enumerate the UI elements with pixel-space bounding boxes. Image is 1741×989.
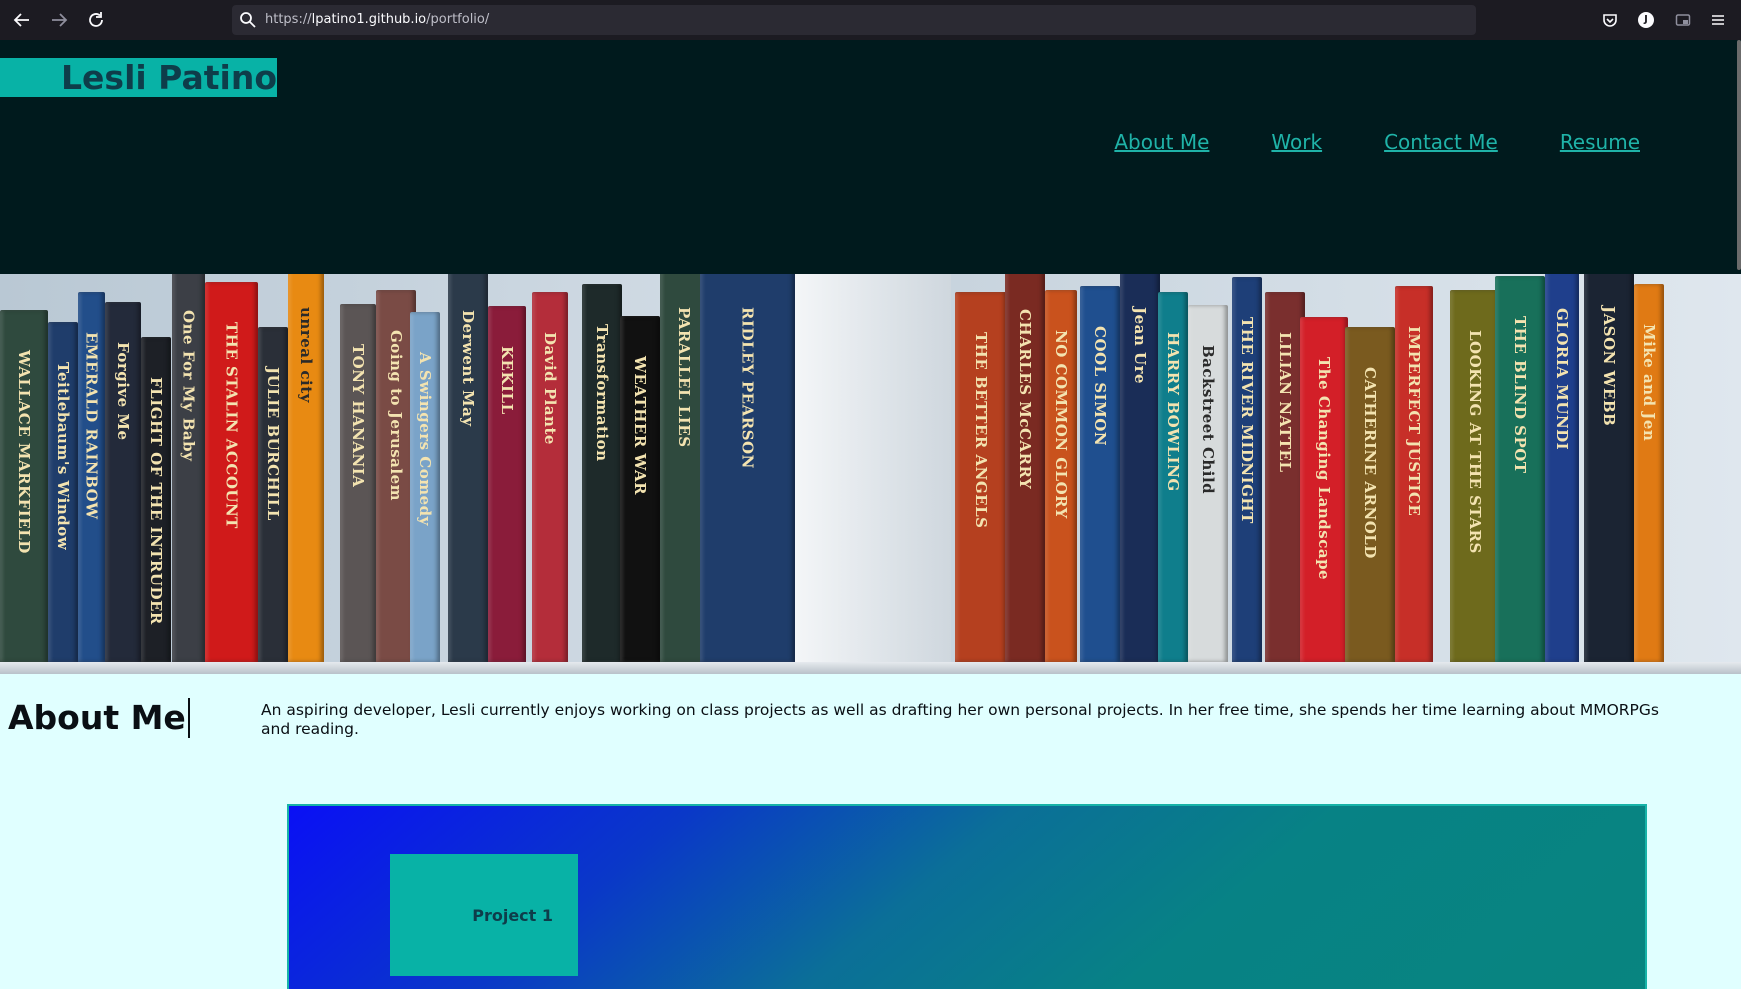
book-title: NO COMMON GLORY [1052, 330, 1070, 519]
book-title: LILIAN NATTEL [1276, 332, 1294, 473]
book-title: RIDLEY PEARSON [738, 307, 757, 469]
book-spine-left-7: THE STALIN ACCOUNT [205, 282, 258, 662]
book-title: unreal city [297, 307, 315, 403]
page-viewport: Lesli Patino About Me Work Contact Me Re… [0, 40, 1741, 989]
book-title: LOOKING AT THE STARS [1466, 330, 1484, 554]
book-title: THE RIVER MIDNIGHT [1238, 317, 1256, 524]
search-icon [238, 10, 258, 30]
book-spine-right-6: HARRY BOWLING [1158, 292, 1188, 662]
shelf-divider [795, 274, 951, 674]
book-spine-right-13: LOOKING AT THE STARS [1450, 290, 1500, 662]
book-title: GLORIA MUNDI [1553, 308, 1571, 451]
book-spine-right-8: THE RIVER MIDNIGHT [1232, 277, 1262, 662]
book-spine-right-4: COOL SIMON [1080, 286, 1120, 662]
book-spine-left-13: Derwent May [448, 274, 488, 662]
book-title: PARALLEL LIES [675, 307, 693, 448]
book-title: The Changing Landscape [1315, 357, 1333, 581]
site-title: Lesli Patino [61, 58, 277, 97]
book-title: COOL SIMON [1091, 326, 1109, 447]
pocket-icon[interactable] [1599, 9, 1621, 31]
book-title: Forgive Me [114, 342, 132, 441]
book-title: THE BLIND SPOT [1511, 316, 1529, 474]
book-title: David Plante [541, 332, 559, 445]
project-label: Project 1 [472, 906, 553, 925]
address-bar[interactable]: https://lpatino1.github.io/portfolio/ [232, 5, 1476, 35]
book-title: THE BETTER ANGELS [972, 332, 990, 529]
book-title: TONY HANANIA [349, 344, 367, 488]
book-spine-left-4: Forgive Me [105, 302, 141, 662]
book-title: Derwent May [459, 310, 477, 427]
address-text: https://lpatino1.github.io/portfolio/ [265, 12, 490, 27]
book-spine-left-8: JULIE BURCHILL [258, 327, 288, 662]
book-spine-right-10: The Changing Landscape [1300, 317, 1348, 662]
book-spine-left-17: WEATHER WAR [620, 316, 660, 662]
book-spine-left-12: A Swingers Comedy [410, 312, 440, 662]
back-arrow-icon[interactable] [10, 8, 34, 32]
book-spine-right-16: JASON WEBB [1584, 274, 1634, 662]
work-section: Project 1 [287, 804, 1647, 989]
book-title: Backstreet Child [1199, 345, 1217, 495]
book-title: WEATHER WAR [631, 356, 649, 496]
book-title: JULIE BURCHILL [264, 367, 282, 521]
book-title: A Swingers Comedy [416, 352, 434, 526]
book-spine-right-5: Jean Ure [1120, 274, 1160, 662]
main-nav: About Me Work Contact Me Resume [1114, 130, 1640, 154]
browser-toolbar: https://lpatino1.github.io/portfolio/ J [0, 0, 1741, 40]
book-spine-right-9: LILIAN NATTEL [1265, 292, 1305, 662]
nav-link-about[interactable]: About Me [1114, 130, 1209, 154]
book-spine-left-16: Transformation [582, 284, 622, 662]
site-header: Lesli Patino About Me Work Contact Me Re… [0, 40, 1741, 274]
nav-link-resume[interactable]: Resume [1560, 130, 1640, 154]
book-title: Jean Ure [1131, 307, 1149, 385]
about-paragraph: An aspiring developer, Lesli currently e… [261, 701, 1659, 738]
book-spine-left-2: Teitlebaum's Window [48, 322, 78, 662]
book-title: THE STALIN ACCOUNT [222, 322, 241, 529]
book-title: KEKILL [498, 346, 516, 415]
about-heading: About Me [8, 698, 190, 738]
book-spine-right-14: THE BLIND SPOT [1495, 276, 1545, 662]
book-title: FLIGHT OF THE INTRUDER [147, 377, 165, 625]
book-title: EMERALD RAINBOW [82, 332, 101, 520]
book-spine-left-10: TONY HANANIA [340, 304, 376, 662]
book-spine-right-7: Backstreet Child [1188, 305, 1228, 662]
book-title: IMPERFECT JUSTICE [1405, 326, 1423, 517]
extensions-icon[interactable] [1672, 9, 1694, 31]
book-title: HARRY BOWLING [1164, 332, 1182, 492]
book-title: CHARLES McCARRY [1016, 309, 1034, 490]
book-spine-right-15: GLORIA MUNDI [1545, 274, 1579, 662]
project-card[interactable]: Project 1 [390, 854, 578, 976]
brand-banner: Lesli Patino [0, 58, 277, 97]
nav-link-contact[interactable]: Contact Me [1384, 130, 1498, 154]
book-spine-left-14: KEKILL [488, 306, 526, 662]
shelf-board [0, 662, 1741, 674]
book-spine-right-12: IMPERFECT JUSTICE [1395, 286, 1433, 662]
book-spine-right-11: CATHERINE ARNOLD [1345, 327, 1395, 662]
book-spine-right-2: CHARLES McCARRY [1005, 274, 1045, 662]
book-spine-right-17: Mike and Jen [1634, 284, 1664, 662]
book-title: WALLACE MARKFIELD [15, 350, 33, 554]
book-title: Going to Jerusalem [387, 330, 405, 502]
hero-bookshelf-image: WALLACE MARKFIELD Teitlebaum's Window EMER… [0, 274, 1741, 674]
nav-link-work[interactable]: Work [1271, 130, 1322, 154]
account-avatar[interactable]: J [1635, 9, 1657, 31]
scrollbar[interactable] [1737, 40, 1741, 270]
book-spine-left-5: FLIGHT OF THE INTRUDER [141, 337, 171, 662]
book-title: JASON WEBB [1600, 306, 1618, 427]
book-title: Teitlebaum's Window [54, 362, 72, 551]
book-title: CATHERINE ARNOLD [1361, 367, 1379, 559]
book-title: One For My Baby [179, 310, 198, 462]
book-spine-left-9: unreal city [288, 274, 324, 662]
book-spine-left-1: WALLACE MARKFIELD [0, 310, 48, 662]
book-spine-left-15: David Plante [532, 292, 568, 662]
book-title: Mike and Jen [1640, 324, 1658, 442]
book-spine-left-19: RIDLEY PEARSON [700, 274, 795, 662]
book-spine-right-3: NO COMMON GLORY [1045, 290, 1077, 662]
forward-arrow-icon[interactable] [47, 8, 71, 32]
menu-icon[interactable] [1707, 9, 1729, 31]
reload-icon[interactable] [84, 8, 108, 32]
book-spine-left-6: One For My Baby [172, 274, 205, 662]
book-spine-right-1: THE BETTER ANGELS [955, 292, 1007, 662]
book-spine-left-3: EMERALD RAINBOW [78, 292, 105, 662]
book-title: Transformation [593, 324, 611, 462]
